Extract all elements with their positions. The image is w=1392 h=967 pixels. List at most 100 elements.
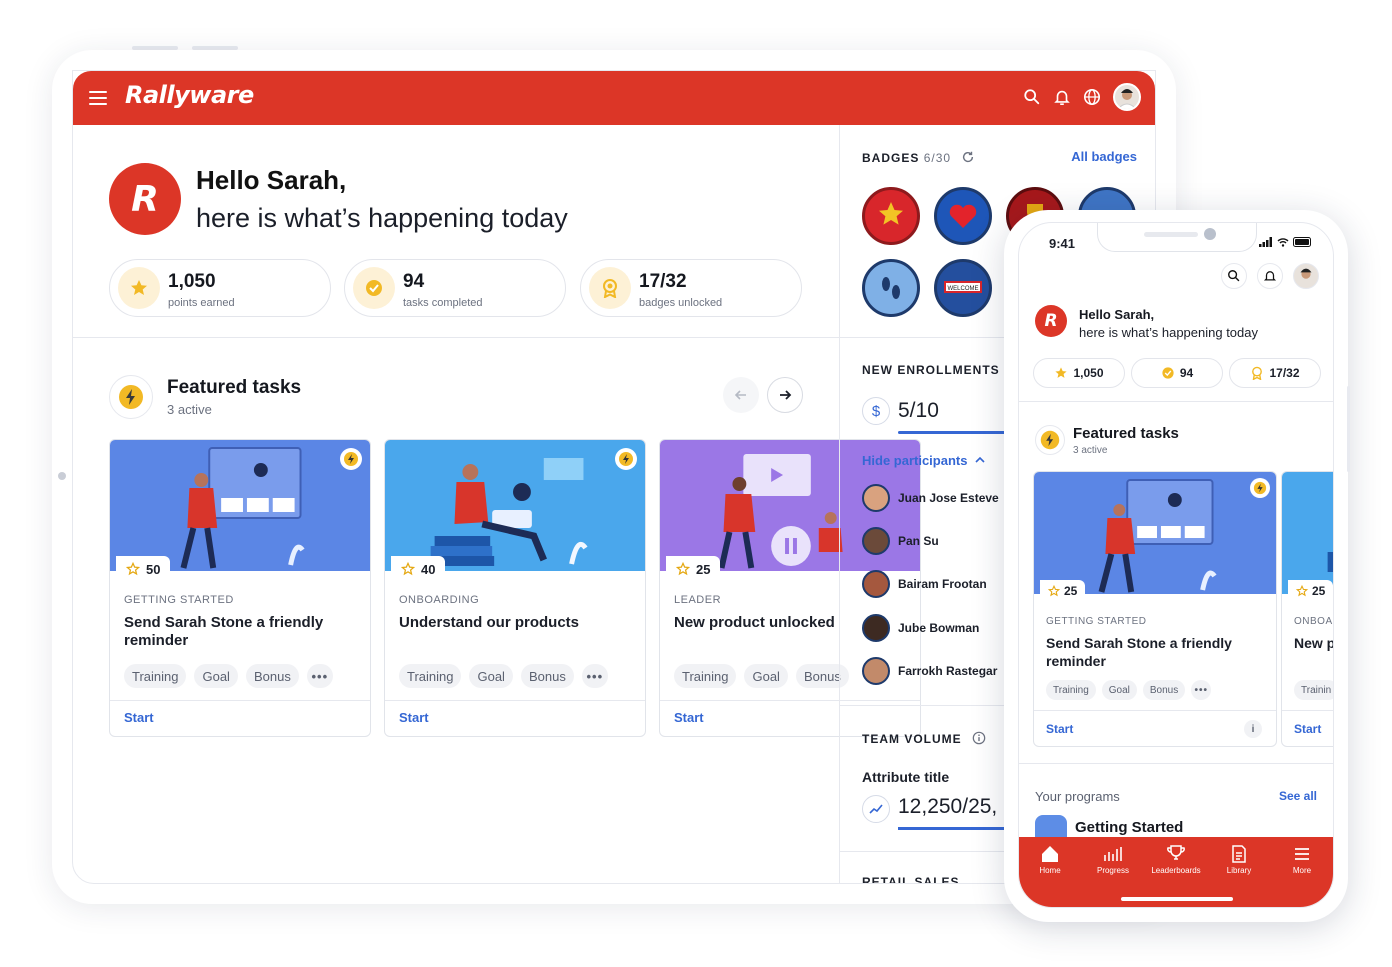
more-tags-button[interactable]: ••• xyxy=(1191,680,1212,700)
status-indicators xyxy=(1259,237,1313,247)
participant-item[interactable]: Bairam Frootan xyxy=(862,569,1012,599)
star-outline-icon xyxy=(676,562,690,576)
participant-item[interactable]: Farrokh Rastegar xyxy=(862,656,1012,686)
search-icon[interactable] xyxy=(1023,88,1041,106)
see-all-link[interactable]: See all xyxy=(1279,789,1317,803)
task-card[interactable]: 40 ONBOARDING Understand our products Tr… xyxy=(384,439,646,737)
info-icon[interactable]: i xyxy=(1244,720,1262,738)
status-time: 9:41 xyxy=(1049,236,1076,251)
start-task-button[interactable]: Start xyxy=(1294,722,1321,736)
tab-leaderboards[interactable]: Leaderboards xyxy=(1145,845,1207,875)
next-arrow-button[interactable] xyxy=(767,377,803,413)
enrollments-title: NEW ENROLLMENTS xyxy=(862,363,1000,377)
tag-training[interactable]: Trainin xyxy=(1294,680,1333,700)
task-illustration xyxy=(385,440,645,571)
tab-progress[interactable]: Progress xyxy=(1082,845,1144,875)
avatar xyxy=(862,614,890,642)
search-icon[interactable] xyxy=(1221,263,1247,289)
stat-badges[interactable]: 17/32 xyxy=(1229,358,1321,388)
more-tags-button[interactable]: ••• xyxy=(306,664,333,688)
lightning-icon xyxy=(340,448,362,470)
task-illustration xyxy=(1034,472,1276,594)
rallyware-logo[interactable]: Rallyware xyxy=(125,81,254,109)
prev-arrow-button[interactable] xyxy=(723,377,759,413)
info-icon[interactable] xyxy=(972,731,986,745)
heart-badge-icon[interactable] xyxy=(934,187,992,245)
featured-tasks-title: Featured tasks xyxy=(167,377,302,398)
stat-points[interactable]: 1,050 points earned xyxy=(109,259,331,317)
program-title[interactable]: Getting Started xyxy=(1075,819,1183,836)
points-badge: 25 xyxy=(1040,580,1086,602)
stat-points[interactable]: 1,050 xyxy=(1033,358,1125,388)
task-category: GETTING STARTED xyxy=(124,594,234,606)
refresh-icon[interactable] xyxy=(961,150,975,164)
tag-training[interactable]: Training xyxy=(674,664,737,688)
tag-bonus[interactable]: Bonus xyxy=(1142,680,1186,700)
tag-goal[interactable]: Goal xyxy=(1101,680,1137,700)
star-badge-icon[interactable] xyxy=(862,187,920,245)
greeting-subtitle: here is what’s happening today xyxy=(1079,325,1258,340)
avatar xyxy=(862,527,890,555)
team-volume-progress xyxy=(898,827,1008,830)
stat-badges[interactable]: 17/32 badges unlocked xyxy=(580,259,802,317)
tab-more[interactable]: More xyxy=(1271,845,1333,875)
home-indicator xyxy=(1121,897,1233,901)
tag-bonus[interactable]: Bonus xyxy=(520,664,574,688)
tag-training[interactable]: Training xyxy=(399,664,462,688)
tab-library[interactable]: Library xyxy=(1208,845,1270,875)
bell-icon[interactable] xyxy=(1257,263,1283,289)
task-card-partial[interactable]: 25 ONBOA New p Trainin Start xyxy=(1281,471,1333,747)
section-divider xyxy=(73,337,839,338)
enrollments-value: 5/10 xyxy=(898,399,939,422)
avatar xyxy=(862,484,890,512)
start-task-button[interactable]: Start xyxy=(399,710,429,725)
globe-icon[interactable] xyxy=(1083,88,1101,106)
task-category: LEADER xyxy=(674,594,722,606)
start-task-button[interactable]: Start xyxy=(1046,722,1073,736)
tag-goal[interactable]: Goal xyxy=(469,664,513,688)
star-outline-icon xyxy=(401,562,415,576)
phone-frame: 9:41 R Hello Sarah, here is what’s happe… xyxy=(1004,210,1350,922)
tag-goal[interactable]: Goal xyxy=(744,664,788,688)
task-illustration xyxy=(110,440,370,571)
welcome-badge-icon[interactable]: WELCOME xyxy=(934,259,992,317)
footprints-badge-icon[interactable] xyxy=(862,259,920,317)
start-task-button[interactable]: Start xyxy=(674,710,704,725)
all-badges-link[interactable]: All badges xyxy=(1071,149,1137,164)
svg-text:WELCOME: WELCOME xyxy=(947,286,978,292)
bell-icon[interactable] xyxy=(1053,88,1071,106)
user-avatar[interactable] xyxy=(1113,83,1141,111)
tag-training[interactable]: Training xyxy=(124,664,187,688)
tag-bonus[interactable]: Bonus xyxy=(245,664,299,688)
task-category: ONBOA xyxy=(1294,616,1333,627)
document-icon xyxy=(1232,845,1246,863)
stat-tasks[interactable]: 94 xyxy=(1131,358,1223,388)
featured-tasks-title: Featured tasks xyxy=(1073,425,1179,442)
points-badge: 50 xyxy=(116,556,171,582)
task-card[interactable]: 25 GETTING STARTED Send Sarah Stone a fr… xyxy=(1033,471,1277,747)
dollar-icon: $ xyxy=(862,397,890,425)
task-card[interactable]: 50 GETTING STARTED Send Sarah Stone a fr… xyxy=(109,439,371,737)
menu-icon[interactable] xyxy=(89,91,107,105)
more-tags-button[interactable]: ••• xyxy=(581,664,608,688)
user-avatar[interactable] xyxy=(1293,263,1319,289)
hide-participants-toggle[interactable]: Hide participants xyxy=(862,453,985,468)
participant-item[interactable]: Juan Jose Esteve xyxy=(862,483,1012,513)
tab-home[interactable]: Home xyxy=(1019,845,1081,875)
start-task-button[interactable]: Start xyxy=(124,710,154,725)
check-icon xyxy=(353,267,395,309)
task-category: ONBOARDING xyxy=(399,594,480,606)
task-title: Send Sarah Stone a friendly reminder xyxy=(1046,635,1232,669)
stat-tasks[interactable]: 94 tasks completed xyxy=(344,259,566,317)
tag-training[interactable]: Training xyxy=(1046,680,1096,700)
phone-screen: 9:41 R Hello Sarah, here is what’s happe… xyxy=(1018,222,1334,908)
main-content: R Hello Sarah, here is what’s happening … xyxy=(73,125,921,883)
trophy-icon xyxy=(1167,845,1185,860)
tag-goal[interactable]: Goal xyxy=(194,664,238,688)
participant-item[interactable]: Pan Su xyxy=(862,526,1012,556)
wifi-icon xyxy=(1277,238,1289,247)
points-badge: 40 xyxy=(391,556,446,582)
team-volume-title: TEAM VOLUME xyxy=(862,731,986,746)
participant-item[interactable]: Jube Bowman xyxy=(862,613,1012,643)
lightning-icon xyxy=(615,448,637,470)
